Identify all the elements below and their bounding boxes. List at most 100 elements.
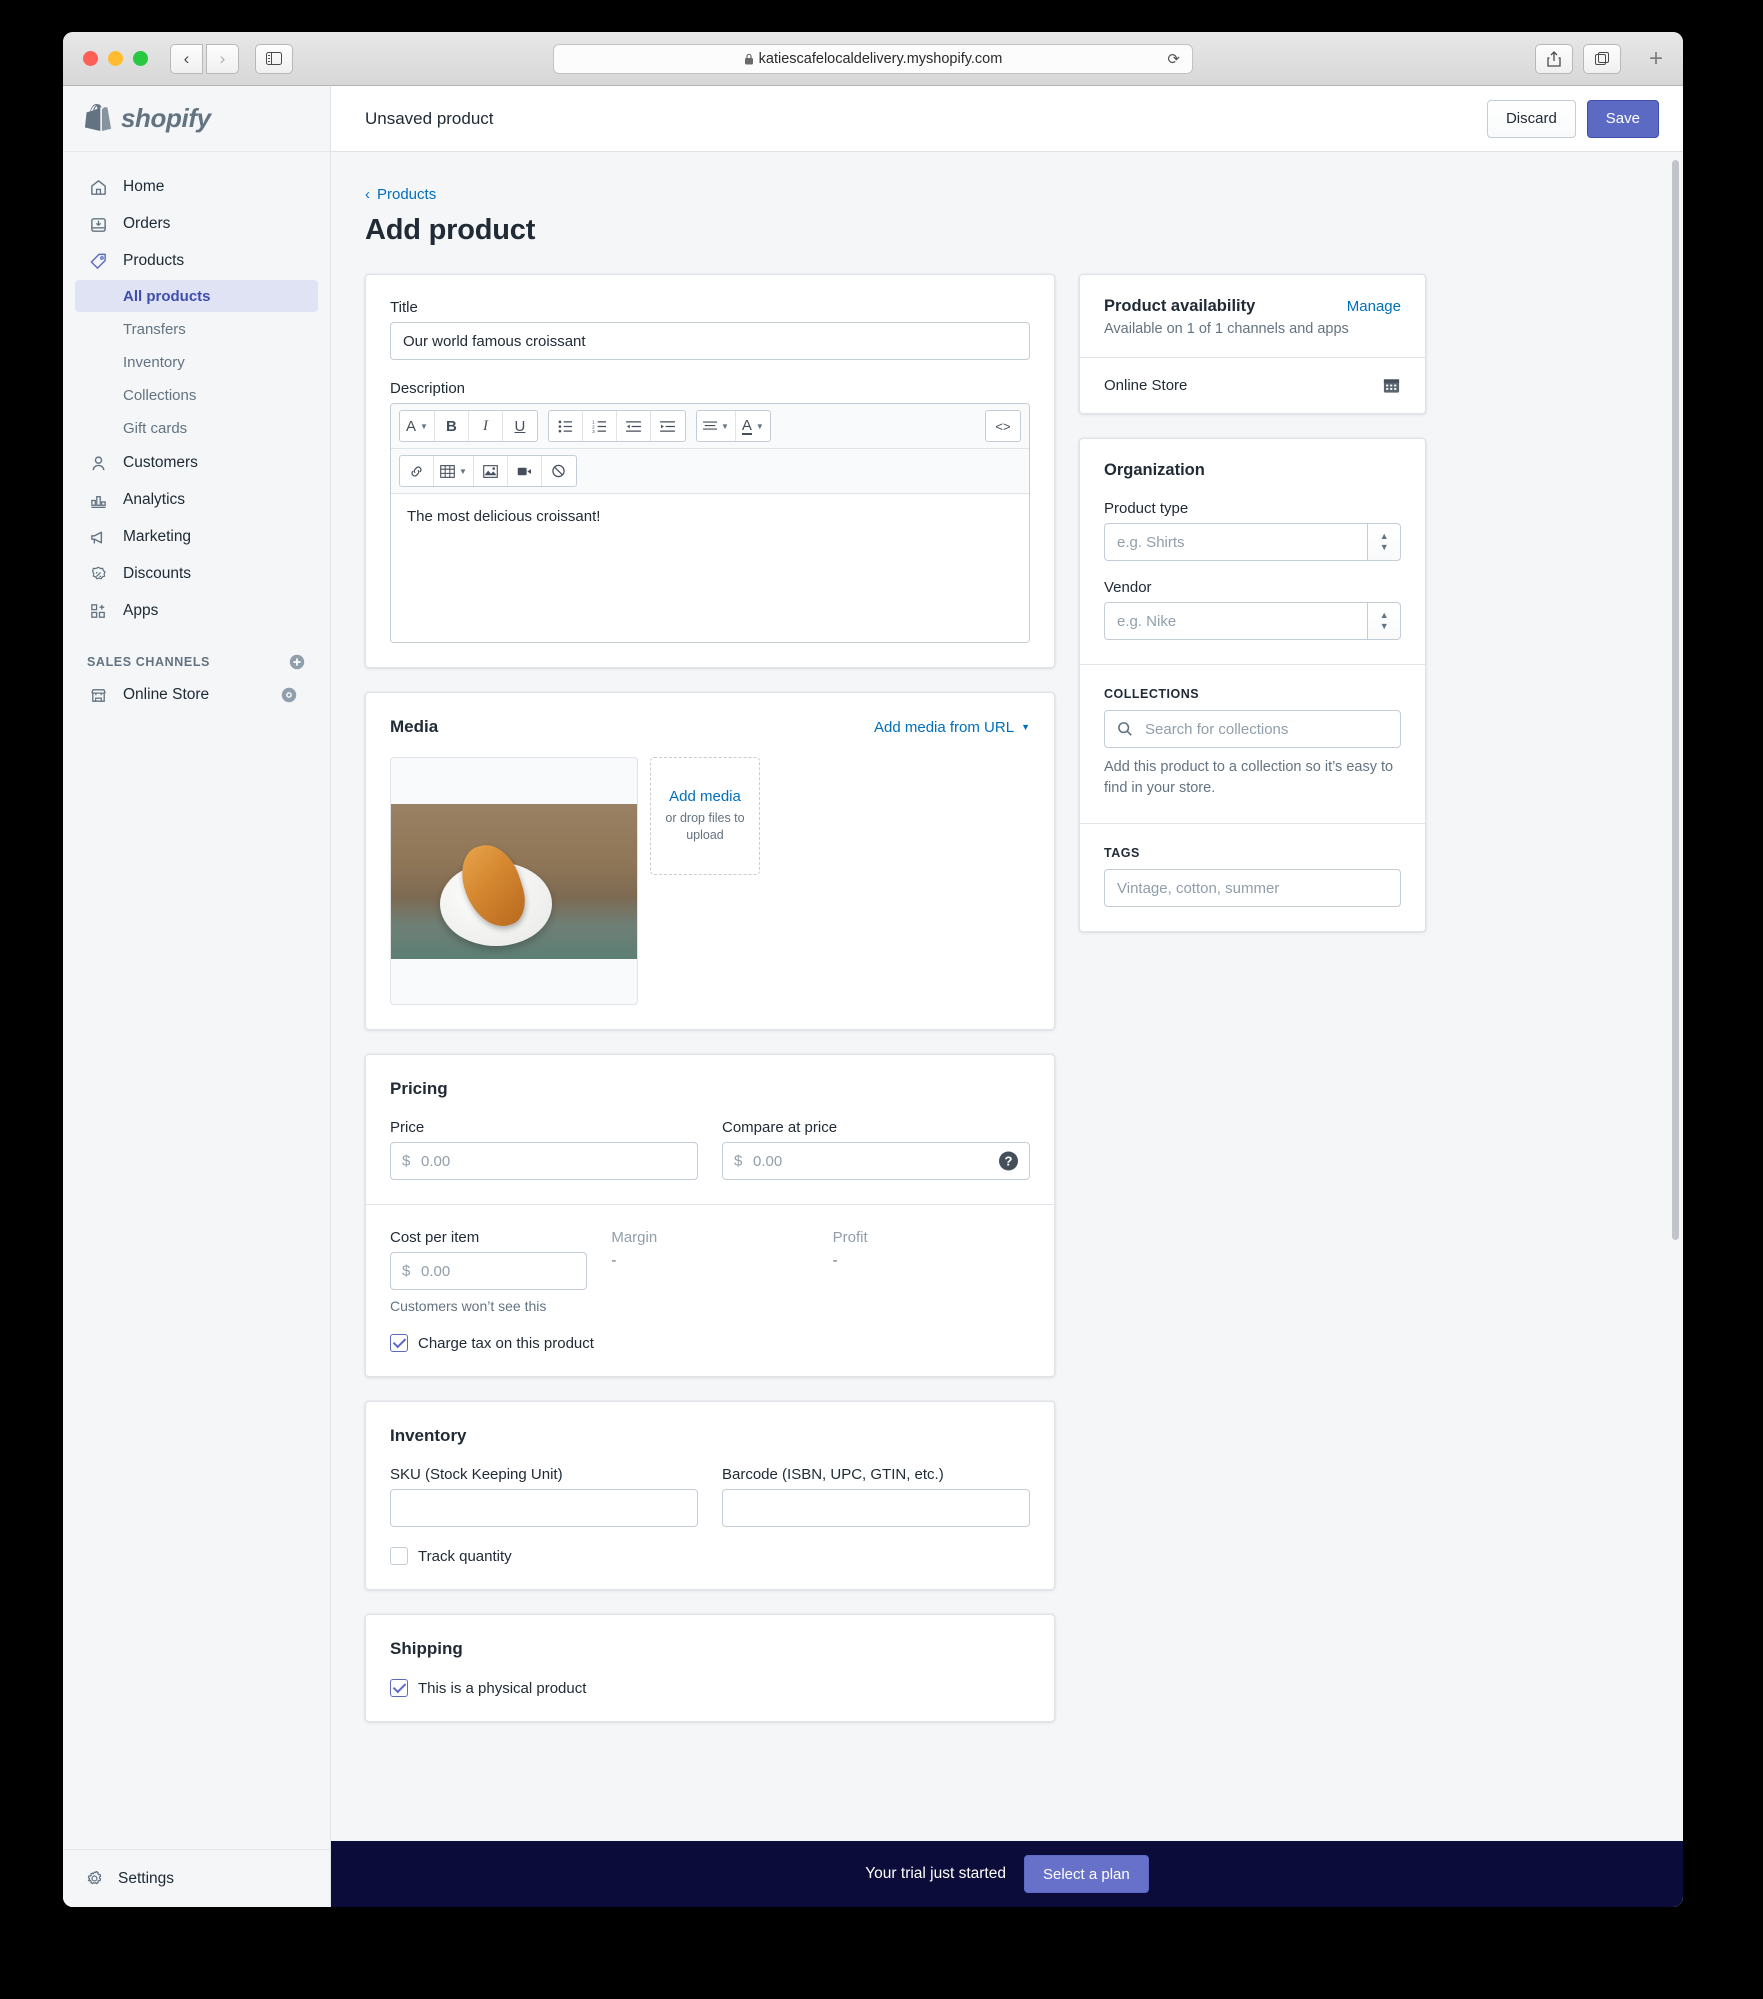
charge-tax-checkbox[interactable] [390,1334,408,1352]
insert-link-icon[interactable] [400,456,434,486]
sku-label: SKU (Stock Keeping Unit) [390,1466,563,1483]
sidebar-item-customers[interactable]: Customers [75,445,318,481]
sidebar-toggle-button[interactable] [255,43,293,74]
vendor-input[interactable] [1104,602,1368,640]
editor-toolbar-row-1: A ▼ B I U 1 2 3 ▼ A ▼ <> [391,404,1029,449]
minimize-window-button[interactable] [108,51,123,66]
media-thumbnail[interactable] [390,757,638,1005]
calendar-icon[interactable] [1382,376,1401,395]
bold-icon[interactable]: B [435,411,469,441]
compare-at-price-input[interactable] [722,1142,1030,1180]
insert-image-icon[interactable] [474,456,508,486]
url-text: katiescafelocaldelivery.myshopify.com [758,50,1003,67]
underline-icon[interactable]: U [503,411,537,441]
align-icon[interactable]: ▼ [697,411,736,441]
charge-tax-row[interactable]: Charge tax on this product [390,1334,1030,1352]
sidebar-item-settings[interactable]: Settings [63,1849,330,1907]
search-icon [1117,721,1133,737]
back-button[interactable]: ‹ [170,43,203,74]
sidebar-item-marketing[interactable]: Marketing [75,519,318,555]
availability-channel-row: Online Store [1080,358,1425,413]
discount-percent-icon [87,563,109,585]
address-bar[interactable]: katiescafelocaldelivery.myshopify.com ⟳ [553,43,1193,74]
add-media-from-url-button[interactable]: Add media from URL ▼ [874,719,1030,736]
product-type-stepper[interactable]: ▲ ▼ [1367,523,1401,561]
drop-files-hint: or drop files to upload [665,811,745,842]
numbered-list-icon[interactable]: 123 [583,411,617,441]
title-label: Title [390,299,418,316]
physical-product-row[interactable]: This is a physical product [390,1679,1030,1697]
tabs-overview-button[interactable] [1583,43,1621,74]
product-type-label: Product type [1104,500,1189,517]
sidebar-item-inventory[interactable]: Inventory [75,346,318,378]
product-type-input[interactable] [1104,523,1368,561]
description-textarea[interactable]: The most delicious croissant! [391,494,1029,642]
help-question-icon[interactable]: ? [999,1151,1018,1171]
font-style-icon[interactable]: A ▼ [400,411,435,441]
settings-label: Settings [118,1869,175,1887]
insert-table-icon[interactable]: ▼ [434,456,474,486]
sidebar-item-analytics[interactable]: Analytics [75,482,318,518]
browser-toolbar-right [1535,43,1621,74]
new-tab-button[interactable]: + [1649,45,1663,73]
preview-store-button[interactable] [280,686,298,704]
media-dropzone[interactable]: Add media or drop files to upload [650,757,760,875]
manage-availability-link[interactable]: Manage [1347,298,1401,315]
price-input[interactable] [390,1142,698,1180]
save-button[interactable]: Save [1586,99,1659,138]
breadcrumb[interactable]: ‹ Products [365,186,1683,203]
shopify-admin: shopify Home Orders Products All product… [63,86,1683,1907]
product-availability-card: Product availability Manage Available on… [1079,274,1426,414]
barcode-input[interactable] [722,1489,1030,1527]
reload-icon[interactable]: ⟳ [1167,50,1180,68]
compare-currency-symbol: $ [734,1152,743,1170]
sidebar-item-gift-cards[interactable]: Gift cards [75,412,318,444]
bulleted-list-icon[interactable] [549,411,583,441]
indent-icon[interactable] [651,411,685,441]
sidebar-item-products[interactable]: Products [75,243,318,279]
sidebar-item-collections[interactable]: Collections [75,379,318,411]
clear-formatting-icon[interactable] [542,456,576,486]
italic-icon[interactable]: I [469,411,503,441]
sidebar-item-home[interactable]: Home [75,169,318,205]
add-media-label: Add media [669,788,741,806]
availability-heading: Product availability [1104,297,1256,315]
discard-button[interactable]: Discard [1486,99,1576,138]
sidebar-item-apps[interactable]: Apps [75,593,318,629]
tags-input[interactable] [1104,869,1401,908]
content-scrollbar[interactable] [1672,160,1679,1240]
media-card: Media Add media from URL ▼ Add media or … [365,692,1055,1030]
html-code-icon[interactable]: <> [986,411,1020,441]
unsaved-product-title: Unsaved product [365,108,494,128]
margin-value: - [611,1252,617,1269]
cost-per-item-input[interactable] [390,1252,588,1290]
share-button[interactable] [1535,43,1573,74]
sidebar-item-all-products[interactable]: All products [75,280,318,312]
track-quantity-row[interactable]: Track quantity [390,1547,1030,1565]
insert-video-icon[interactable] [508,456,542,486]
physical-product-checkbox[interactable] [390,1679,408,1697]
sidebar-item-transfers[interactable]: Transfers [75,313,318,345]
shopify-logo[interactable]: shopify [63,86,330,152]
trial-message: Your trial just started [865,1865,1006,1882]
select-a-plan-button[interactable]: Select a plan [1023,1855,1149,1893]
sku-input[interactable] [390,1489,698,1527]
forward-button[interactable]: › [206,43,239,74]
vendor-stepper[interactable]: ▲ ▼ [1367,602,1401,640]
sidebar-item-orders[interactable]: Orders [75,206,318,242]
inventory-row: SKU (Stock Keeping Unit) Barcode (ISBN, … [390,1466,1030,1527]
add-sales-channel-button[interactable] [288,653,306,671]
sidebar-toggle-icon [266,52,282,65]
barcode-label: Barcode (ISBN, UPC, GTIN, etc.) [722,1466,944,1483]
sidebar-item-online-store[interactable]: Online Store [75,677,318,713]
track-quantity-checkbox[interactable] [390,1547,408,1565]
maximize-window-button[interactable] [133,51,148,66]
page-topbar: Unsaved product Discard Save [331,86,1683,152]
close-window-button[interactable] [83,51,98,66]
charge-tax-label: Charge tax on this product [418,1334,594,1352]
collections-search-input[interactable] [1104,710,1401,748]
outdent-icon[interactable] [617,411,651,441]
text-color-icon[interactable]: A ▼ [736,411,770,441]
sidebar-item-discounts[interactable]: Discounts [75,556,318,592]
title-input[interactable] [390,322,1030,360]
